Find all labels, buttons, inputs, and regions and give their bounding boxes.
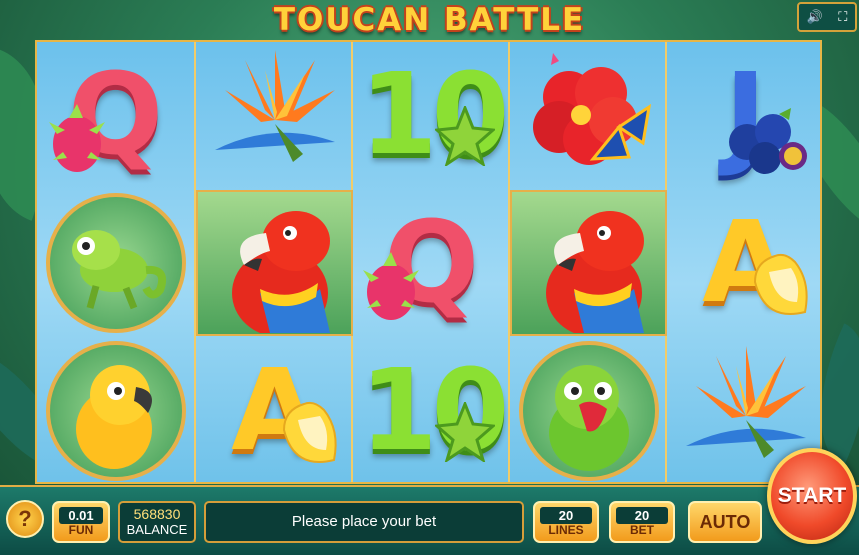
- dragonfruit-icon: [49, 104, 105, 172]
- symbol-q-dragonfruit: Q: [37, 42, 194, 188]
- bird-of-paradise-flower-icon: [214, 50, 335, 162]
- circle-frame: [45, 341, 186, 481]
- symbol-hibiscus: [510, 42, 667, 188]
- macaw-icon: [231, 211, 330, 333]
- starfruit-icon: [435, 402, 495, 462]
- help-button[interactable]: ?: [6, 500, 44, 538]
- circle-frame: [518, 341, 659, 481]
- lines-value: 20: [540, 507, 592, 524]
- hibiscus-butterfly-icon: [532, 53, 651, 165]
- lines-label: LINES: [548, 523, 584, 537]
- symbol-10-starfruit: 10: [359, 346, 510, 476]
- message-panel: Please place your bet: [204, 501, 524, 543]
- yellow-parrot-icon: [75, 365, 152, 469]
- symbol-j-blueberries: J: [667, 42, 824, 188]
- balance-label: BALANCE: [126, 522, 188, 537]
- starfruit-icon: [435, 106, 495, 166]
- dragonfruit-icon: [363, 252, 419, 320]
- symbol-scarlet-macaw: [196, 190, 353, 336]
- circle-frame: [45, 193, 186, 333]
- bet-value: 20: [616, 507, 668, 524]
- sound-icon[interactable]: 🔊: [807, 9, 823, 25]
- banana-icon: [753, 253, 808, 315]
- symbol-green-parrot: [510, 338, 667, 484]
- symbol-scarlet-macaw: [510, 190, 667, 336]
- symbol-q-dragonfruit: Q: [353, 190, 510, 336]
- symbol-a-banana: A: [667, 190, 824, 336]
- coin-value-button[interactable]: 0.01 FUN: [52, 501, 110, 543]
- lines-button[interactable]: 20 LINES: [533, 501, 599, 543]
- chameleon-icon: [71, 230, 166, 310]
- bet-button[interactable]: 20 BET: [609, 501, 675, 543]
- coin-value: 0.01: [59, 507, 103, 524]
- symbol-10-starfruit: 10: [359, 50, 510, 180]
- symbol-sun-parakeet: [37, 338, 194, 484]
- balance-value: 568830: [133, 506, 181, 522]
- fullscreen-icon[interactable]: ⛶: [838, 9, 847, 25]
- symbol-bird-of-paradise: [196, 42, 353, 188]
- balance-panel: 568830 BALANCE: [118, 501, 196, 543]
- start-button[interactable]: START: [767, 448, 857, 544]
- symbol-chameleon: [37, 190, 194, 336]
- bet-label: BET: [630, 523, 654, 537]
- symbol-a-banana: A: [196, 338, 353, 484]
- banana-icon: [282, 401, 337, 463]
- green-parrot-icon: [548, 365, 629, 471]
- coin-label: FUN: [68, 523, 94, 537]
- auto-button[interactable]: AUTO: [688, 501, 762, 543]
- top-controls: 🔊 ⛶: [797, 2, 857, 32]
- blueberries-icon: [729, 108, 807, 174]
- game-title: TOUCAN BATTLE: [273, 2, 586, 38]
- reel-area: Q A 10 Q 10 J A: [35, 40, 822, 484]
- macaw-icon: [545, 211, 644, 333]
